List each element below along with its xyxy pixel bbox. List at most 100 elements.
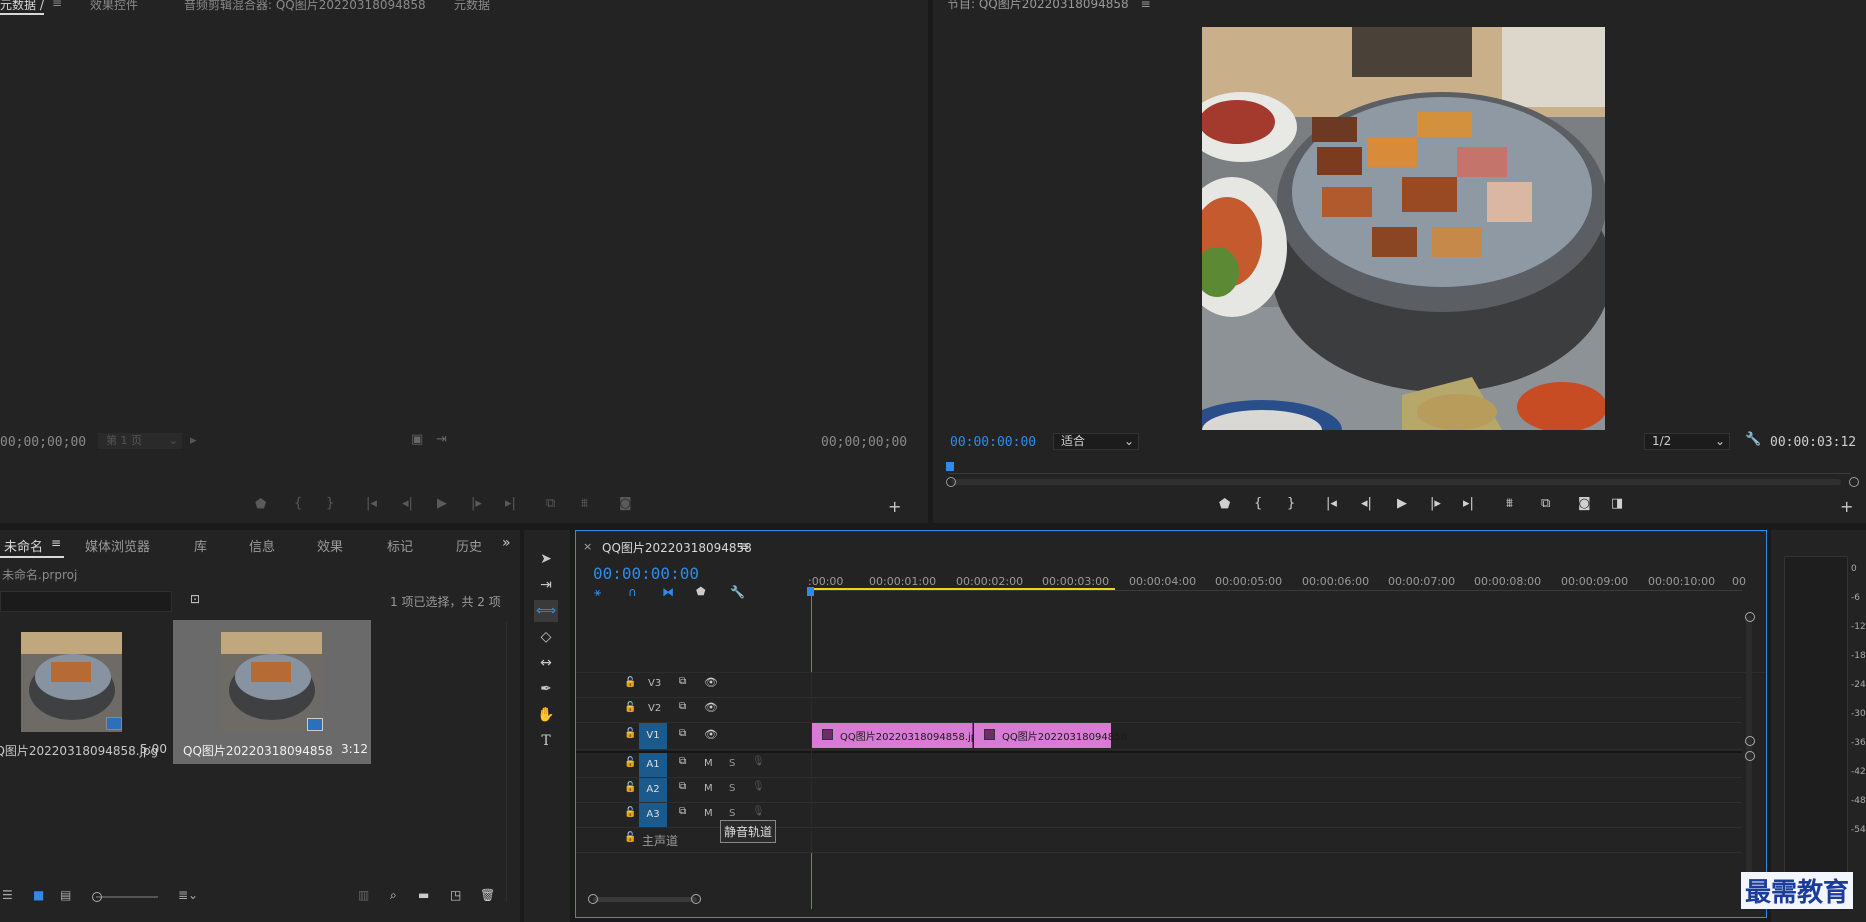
microphone-icon[interactable]: 🎙 (752, 781, 765, 792)
lift-icon[interactable]: ⩩ (1506, 496, 1513, 511)
overwrite-icon[interactable]: ⩩ (581, 496, 588, 511)
solo-button[interactable]: S (729, 808, 735, 819)
zoom-handle-left[interactable] (946, 477, 956, 487)
sync-lock-icon[interactable]: ⧉ (679, 728, 686, 739)
work-area-bar[interactable] (812, 588, 1115, 590)
go-to-out-icon[interactable]: ▸| (505, 496, 516, 511)
track-label[interactable]: A2 (639, 778, 667, 802)
list-view-icon[interactable]: ☰ (2, 888, 13, 902)
tab-media-browser[interactable]: 媒体浏览器 (85, 536, 150, 555)
close-icon[interactable]: × (583, 540, 592, 553)
tab-history[interactable]: 历史 (456, 536, 482, 555)
tab-info[interactable]: 信息 (249, 536, 275, 555)
insert-clip-icon[interactable]: ⧉ (546, 496, 555, 511)
program-current-timecode[interactable]: 00:00:00:00 (950, 435, 1036, 450)
zoom-scrollbar[interactable] (951, 479, 1841, 485)
nest-sequence-icon[interactable]: ⚹ (594, 585, 601, 600)
tab-audio-mixer[interactable]: 音频剪辑混合器: QQ图片20220318094858 (184, 0, 426, 13)
project-item-image[interactable]: QQ图片20220318094858.jpg 5:00 (0, 622, 170, 766)
export-frame-icon[interactable]: ▣ (411, 432, 423, 447)
go-to-in-icon[interactable]: |◂ (366, 496, 377, 511)
lock-icon[interactable]: 🔓 (624, 728, 636, 739)
page-select[interactable]: 第 1 页 ⌄ (98, 433, 182, 449)
add-marker-icon[interactable]: ⬟ (1219, 497, 1230, 512)
mute-button[interactable]: M (704, 758, 713, 769)
mark-out-icon[interactable]: } (326, 496, 334, 511)
sync-lock-icon[interactable]: ⧉ (679, 756, 686, 767)
page-next-icon[interactable]: ▸ (190, 433, 197, 448)
zoom-slider[interactable] (96, 896, 158, 898)
tab-library[interactable]: 库 (194, 536, 207, 555)
zoom-handle-right[interactable] (691, 894, 701, 904)
source-timecode-out[interactable]: 00;00;00;00 (821, 435, 907, 450)
timeline-zoom-bar[interactable] (593, 897, 697, 902)
insert-icon[interactable]: ⇥ (436, 432, 447, 447)
track-select-tool-icon[interactable]: ⇥ (534, 574, 558, 596)
mark-out-icon[interactable]: } (1287, 496, 1295, 511)
lock-icon[interactable]: 🔓 (624, 807, 636, 818)
sync-lock-icon[interactable]: ⧉ (679, 781, 686, 792)
play-icon[interactable]: ▶ (437, 496, 447, 511)
go-to-out-icon[interactable]: ▸| (1463, 496, 1474, 511)
add-marker-icon[interactable]: ⬟ (255, 497, 266, 512)
timeline-settings-wrench-icon[interactable]: 🔧 (730, 585, 745, 599)
tab-metadata[interactable]: 元数据 (454, 0, 490, 13)
lock-icon[interactable]: 🔓 (624, 677, 636, 688)
camera-icon[interactable]: ◙ (1578, 496, 1591, 511)
mark-in-icon[interactable]: { (294, 496, 302, 511)
hand-tool-icon[interactable]: ✋ (534, 704, 558, 726)
track-label[interactable]: V2 (648, 703, 661, 714)
find-icon[interactable]: ⌕ (390, 888, 397, 903)
eye-icon[interactable]: 👁 (704, 701, 718, 714)
mute-button[interactable]: M (704, 808, 713, 819)
new-bin-icon[interactable]: ▬ (418, 888, 429, 902)
step-back-icon[interactable]: ◂| (1361, 496, 1372, 511)
overflow-chevron-icon[interactable]: » (502, 535, 511, 551)
track-label[interactable]: A1 (639, 753, 667, 777)
icon-view-icon[interactable]: ■ (33, 888, 44, 902)
scroll-handle-top[interactable] (1745, 612, 1755, 622)
zoom-handle-right[interactable] (1849, 477, 1859, 487)
scroll-handle-mid[interactable] (1745, 736, 1755, 746)
source-timecode-in[interactable]: 00;00;00;00 (0, 435, 86, 450)
step-forward-icon[interactable]: |▸ (471, 496, 482, 511)
sequence-tab-title[interactable]: QQ图片20220318094858 (602, 539, 752, 556)
new-item-icon[interactable]: ◳ (450, 888, 461, 902)
zoom-fit-select[interactable]: 适合 ⌄ (1053, 433, 1139, 450)
project-item-sequence[interactable]: QQ图片20220318094858 3:12 (173, 620, 371, 764)
pen-tool-icon[interactable]: ✒ (534, 678, 558, 700)
type-tool-icon[interactable]: T (534, 730, 558, 752)
compare-icon[interactable]: ◨ (1611, 496, 1623, 511)
microphone-icon[interactable]: 🎙 (752, 806, 765, 817)
extract-icon[interactable]: ⧉ (1541, 496, 1550, 511)
clip-image[interactable]: QQ图片20220318094858.jpg (812, 723, 983, 748)
tab-project[interactable]: 未命名 (4, 536, 43, 555)
add-button-icon[interactable]: + (888, 497, 901, 516)
track-label[interactable]: V1 (639, 723, 667, 749)
snap-magnet-icon[interactable]: ∩ (628, 585, 637, 599)
zoom-slider-handle[interactable] (92, 892, 102, 902)
program-playhead[interactable] (946, 462, 954, 471)
slip-tool-icon[interactable]: ↔ (534, 652, 558, 674)
ripple-edit-tool-icon[interactable]: ⟺ (534, 600, 558, 622)
sync-lock-icon[interactable]: ⧉ (679, 676, 686, 687)
solo-button[interactable]: S (729, 758, 735, 769)
lock-icon[interactable]: 🔓 (624, 757, 636, 768)
add-button-icon[interactable]: + (1840, 497, 1853, 516)
automate-sequence-icon[interactable]: ▥ (358, 888, 369, 902)
track-label[interactable]: A3 (639, 803, 667, 827)
resolution-select[interactable]: 1/2 ⌄ (1644, 433, 1730, 450)
find-bin-icon[interactable]: ⊡ (190, 592, 200, 606)
mark-in-icon[interactable]: { (1254, 496, 1262, 511)
sync-lock-icon[interactable]: ⧉ (679, 806, 686, 817)
solo-button[interactable]: S (729, 783, 735, 794)
selection-tool-icon[interactable]: ➤ (534, 548, 558, 570)
tab-effects[interactable]: 效果 (317, 536, 343, 555)
go-to-in-icon[interactable]: |◂ (1326, 496, 1337, 511)
lock-icon[interactable]: 🔓 (624, 702, 636, 713)
step-forward-icon[interactable]: |▸ (1430, 496, 1441, 511)
sort-icon[interactable]: ≣⌄ (178, 888, 198, 902)
microphone-icon[interactable]: 🎙 (752, 756, 765, 767)
freeform-view-icon[interactable]: ▤ (60, 888, 71, 902)
tab-menu-icon[interactable]: ≡ (52, 0, 62, 10)
